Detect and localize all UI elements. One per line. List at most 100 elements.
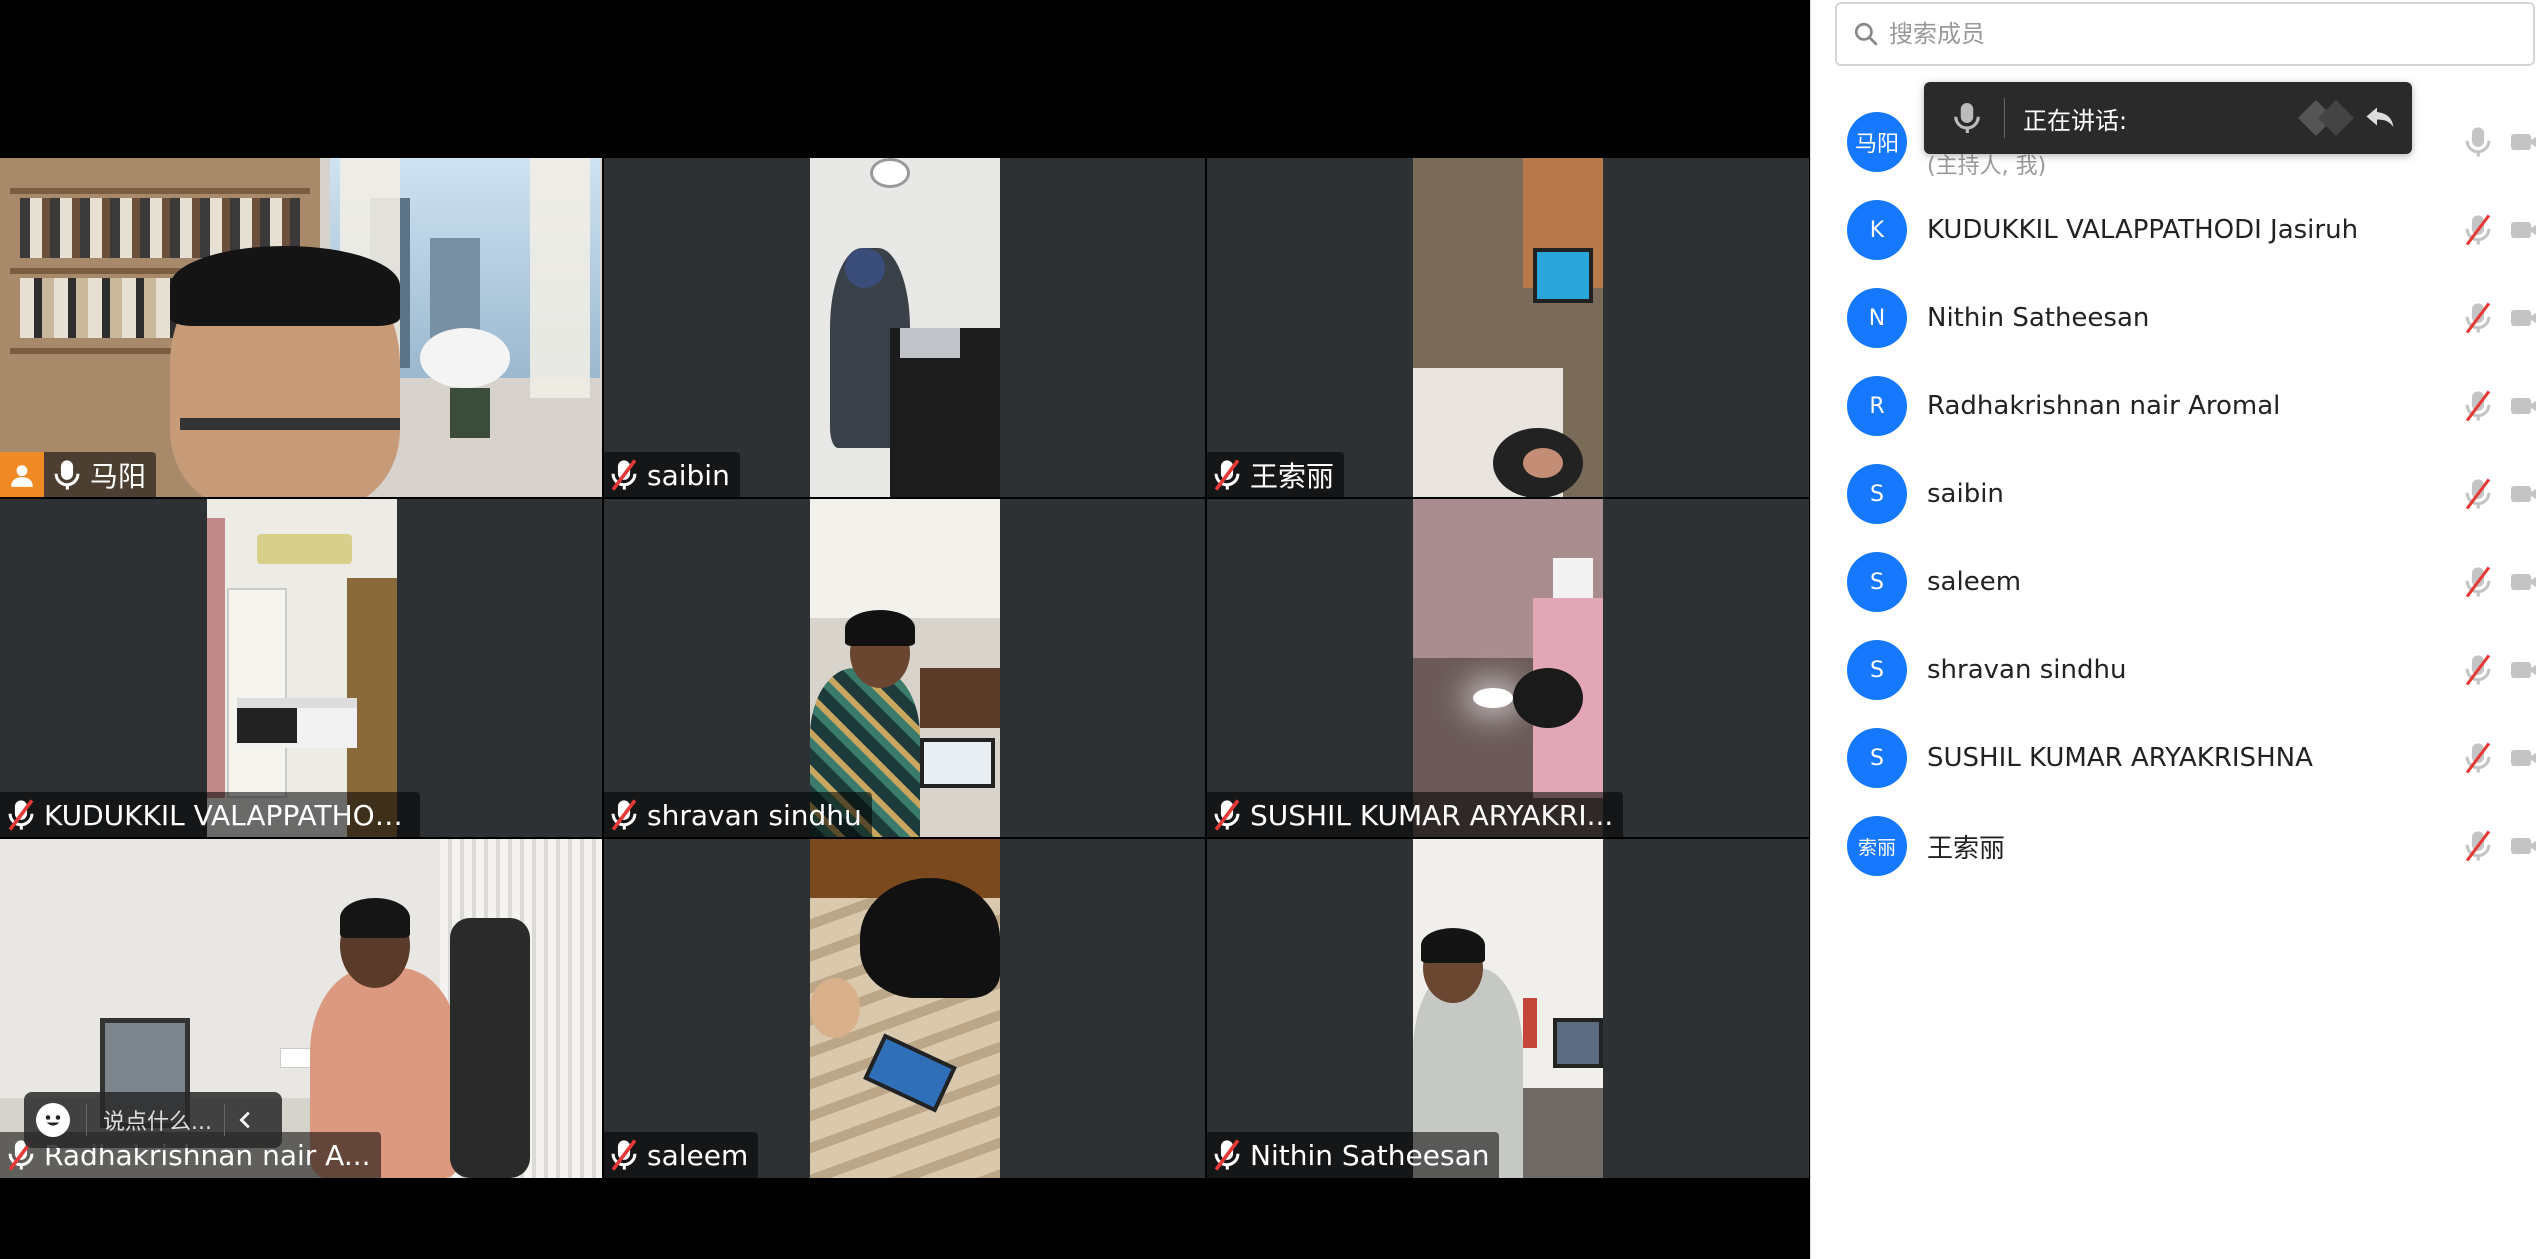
divider xyxy=(223,1104,225,1136)
participant-name: SUSHIL KUMAR ARYAKRI... xyxy=(1250,798,1614,832)
participant-name: Nithin Satheesan xyxy=(1250,1138,1490,1172)
participant-name-tag: saibin xyxy=(603,452,740,498)
member-item[interactable]: K KUDUKKIL VALAPPATHODI Jasiruh xyxy=(1811,186,2536,274)
mic-muted-icon xyxy=(1214,799,1240,831)
mic-muted-icon xyxy=(611,459,637,491)
member-name: SUSHIL KUMAR ARYAKRISHNA xyxy=(1927,743,2313,773)
member-item[interactable]: S saleem xyxy=(1811,538,2536,626)
mic-muted-icon[interactable] xyxy=(2463,389,2493,423)
avatar: N xyxy=(1847,288,1907,348)
member-name: Radhakrishnan nair Aromal xyxy=(1927,391,2281,421)
speaking-tools xyxy=(2298,98,2398,138)
camera-off-icon[interactable] xyxy=(2511,393,2536,419)
divider xyxy=(86,1104,87,1136)
camera-off-icon[interactable] xyxy=(2511,745,2536,771)
member-name: Nithin Satheesan xyxy=(1927,303,2150,333)
member-item[interactable]: 索丽 王索丽 xyxy=(1811,802,2536,890)
member-name: shravan sindhu xyxy=(1927,655,2127,685)
mic-muted-icon xyxy=(1214,1139,1240,1171)
video-area: 马阳 saibin 王索丽 KUDUKKIL VALAPPATHOD... sh… xyxy=(0,0,1810,1259)
mic-muted-icon xyxy=(8,799,34,831)
video-tile-shravan[interactable]: shravan sindhu xyxy=(603,498,1206,838)
participant-name-tag: 王索丽 xyxy=(1206,452,1345,498)
speaking-label: 正在讲话: xyxy=(2023,106,2128,135)
member-item[interactable]: N Nithin Satheesan xyxy=(1811,274,2536,362)
member-search-box[interactable] xyxy=(1835,2,2535,66)
participant-name: KUDUKKIL VALAPPATHOD... xyxy=(44,798,410,832)
video-tile-wangsuoli[interactable]: 王索丽 xyxy=(1206,158,1809,498)
search-icon xyxy=(1854,22,1878,46)
participant-name-tag: Nithin Satheesan xyxy=(1206,1132,1500,1178)
avatar: S xyxy=(1847,728,1907,788)
meeting-window: 马阳 saibin 王索丽 KUDUKKIL VALAPPATHOD... sh… xyxy=(0,0,2536,1259)
member-panel: 马阳 (主持人, 我) K KUDUKKIL VALAPPATHODI Jasi… xyxy=(1810,0,2536,1259)
avatar: R xyxy=(1847,376,1907,436)
avatar: 索丽 xyxy=(1847,816,1907,876)
member-name: saibin xyxy=(1927,479,2004,509)
video-tile-sushil[interactable]: SUSHIL KUMAR ARYAKRI... xyxy=(1206,498,1809,838)
video-tile-saleem[interactable]: saleem xyxy=(603,838,1206,1178)
chat-input-bar[interactable]: 说点什么... xyxy=(24,1092,282,1148)
camera-off-icon[interactable] xyxy=(2511,833,2536,859)
search-input[interactable] xyxy=(1889,20,2489,48)
participant-name-tag: saleem xyxy=(603,1132,759,1178)
video-tile-mayang[interactable]: 马阳 xyxy=(0,158,603,498)
video-tile-kudukkil[interactable]: KUDUKKIL VALAPPATHOD... xyxy=(0,498,603,838)
mic-muted-icon[interactable] xyxy=(2463,565,2493,599)
camera-off-icon[interactable] xyxy=(2511,657,2536,683)
avatar: S xyxy=(1847,640,1907,700)
drag-handle-icon[interactable] xyxy=(2298,98,2358,138)
video-feed xyxy=(1413,158,1603,498)
member-item[interactable]: S SUSHIL KUMAR ARYAKRISHNA xyxy=(1811,714,2536,802)
video-feed xyxy=(1413,838,1603,1178)
member-item[interactable]: R Radhakrishnan nair Aromal xyxy=(1811,362,2536,450)
camera-off-icon[interactable] xyxy=(2511,129,2536,155)
mic-muted-icon[interactable] xyxy=(2463,653,2493,687)
emoji-icon[interactable] xyxy=(36,1103,70,1137)
camera-off-icon[interactable] xyxy=(2511,569,2536,595)
chevron-left-icon[interactable] xyxy=(235,1109,257,1131)
mic-muted-icon[interactable] xyxy=(2463,829,2493,863)
participant-name-tag: 马阳 xyxy=(0,452,157,498)
video-feed xyxy=(810,158,1000,498)
mic-muted-icon[interactable] xyxy=(2463,741,2493,775)
member-item[interactable]: S shravan sindhu xyxy=(1811,626,2536,714)
video-feed xyxy=(0,158,603,498)
participant-name: saleem xyxy=(647,1138,749,1172)
participant-name-tag: SUSHIL KUMAR ARYAKRI... xyxy=(1206,792,1624,838)
camera-off-icon[interactable] xyxy=(2511,305,2536,331)
video-feed xyxy=(810,838,1000,1178)
host-person-icon xyxy=(0,452,44,498)
avatar: 马阳 xyxy=(1847,112,1907,172)
mic-muted-icon xyxy=(611,799,637,831)
video-feed xyxy=(1413,498,1603,838)
video-tile-nithin[interactable]: Nithin Satheesan xyxy=(1206,838,1809,1178)
camera-off-icon[interactable] xyxy=(2511,481,2536,507)
participant-name: saibin xyxy=(647,458,730,492)
speaking-indicator-popup: 正在讲话: xyxy=(1924,82,2412,154)
divider xyxy=(2004,98,2005,138)
participant-name: 王索丽 xyxy=(1250,460,1335,493)
mic-icon[interactable] xyxy=(2463,125,2493,159)
chat-input-placeholder[interactable]: 说点什么... xyxy=(103,1104,212,1136)
camera-off-icon[interactable] xyxy=(2511,217,2536,243)
mic-muted-icon xyxy=(1214,459,1240,491)
video-grid: 马阳 saibin 王索丽 KUDUKKIL VALAPPATHOD... sh… xyxy=(0,158,1810,1178)
participant-name-tag: KUDUKKIL VALAPPATHOD... xyxy=(0,792,420,838)
mic-muted-icon[interactable] xyxy=(2463,301,2493,335)
participant-name: 马阳 xyxy=(90,460,147,493)
mic-icon xyxy=(1954,103,1980,133)
member-name: saleem xyxy=(1927,567,2022,597)
avatar: K xyxy=(1847,200,1907,260)
avatar: S xyxy=(1847,464,1907,524)
mic-muted-icon[interactable] xyxy=(2463,213,2493,247)
mic-muted-icon[interactable] xyxy=(2463,477,2493,511)
participant-name: shravan sindhu xyxy=(647,798,862,832)
participant-name-tag: shravan sindhu xyxy=(603,792,872,838)
member-name: 王索丽 xyxy=(1927,833,2006,864)
mic-icon xyxy=(54,460,80,490)
video-tile-saibin[interactable]: saibin xyxy=(603,158,1206,498)
avatar: S xyxy=(1847,552,1907,612)
undo-icon[interactable] xyxy=(2362,100,2398,136)
member-item[interactable]: S saibin xyxy=(1811,450,2536,538)
